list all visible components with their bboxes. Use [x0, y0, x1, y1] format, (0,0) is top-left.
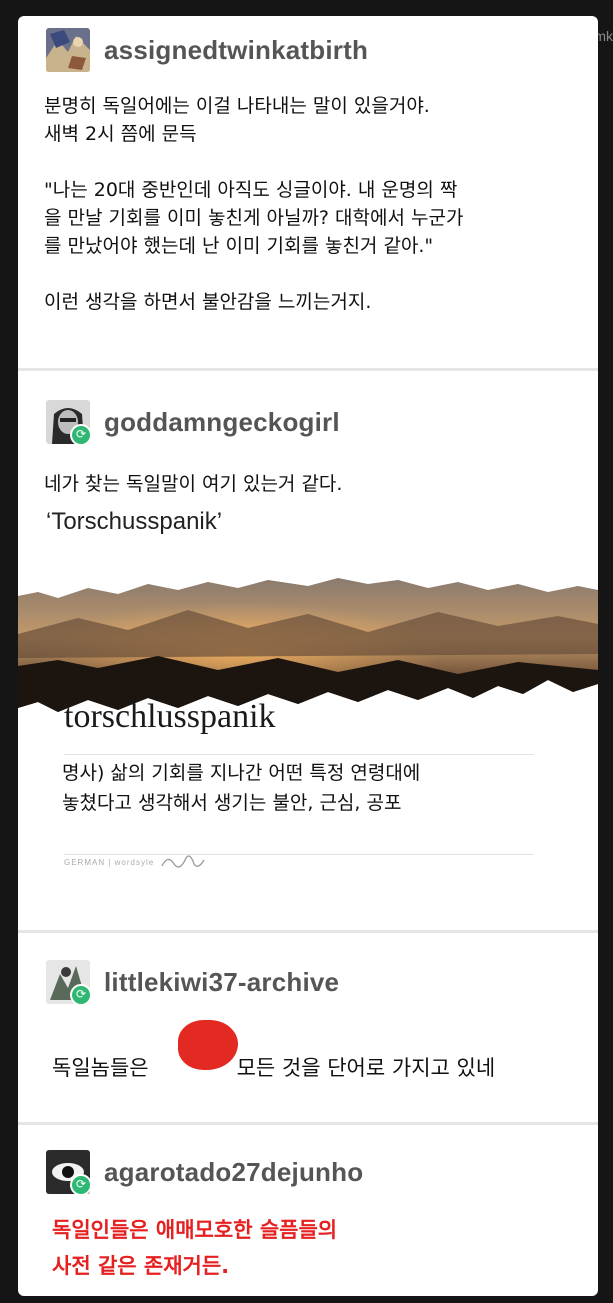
post-header-2: ⟳ goddamngeckogirl — [46, 400, 340, 444]
dictionary-word: torschlusspanik — [64, 698, 276, 735]
avatar[interactable]: ⟳ — [46, 960, 90, 1004]
post-body-text: 분명히 독일어에는 이걸 나타내는 말이 있을거야. 새벽 2시 쯤에 문득 "… — [44, 95, 464, 313]
post-header-3: ⟳ littlekiwi37-archive — [46, 960, 339, 1004]
torn-landscape-image — [18, 574, 598, 714]
post-divider — [18, 1122, 598, 1125]
post-divider — [18, 930, 598, 933]
username[interactable]: assignedtwinkatbirth — [104, 35, 368, 66]
dictionary-rule — [64, 854, 534, 855]
dictionary-definition: 명사) 삶의 기회를 지나간 어떤 특정 연령대에 놓쳤다고 생각해서 생기는 … — [62, 762, 421, 814]
dictionary-footer: GERMAN | wordsyle — [64, 858, 155, 867]
post-divider — [18, 368, 598, 371]
reblog-icon: ⟳ — [70, 424, 90, 444]
username[interactable]: littlekiwi37-archive — [104, 967, 339, 998]
signature-mark — [161, 855, 205, 868]
post-header-1: assignedtwinkatbirth — [46, 28, 368, 72]
post-header-4: ⟳ agarotado27dejunho — [46, 1150, 363, 1194]
post-body-text-red: 독일인들은 애매모호한 슬픔들의 사전 같은 존재거든. — [52, 1218, 338, 1278]
reblog-icon: ⟳ — [70, 984, 90, 1004]
username[interactable]: agarotado27dejunho — [104, 1157, 363, 1188]
avatar[interactable]: ⟳ — [46, 400, 90, 444]
text-after-redaction: 모든 것을 단어로 가지고 있네 — [236, 1056, 496, 1080]
reblog-icon: ⟳ — [70, 1174, 90, 1194]
post-body-text: 독일놈들은 모든 것을 단어로 가지고 있네 — [52, 1026, 495, 1082]
avatar[interactable] — [46, 28, 90, 72]
tumblr-post-card: assignedtwinkatbirth 분명히 독일어에는 이걸 나타내는 말… — [18, 16, 598, 1296]
text-before-redaction: 독일놈들은 — [52, 1056, 149, 1080]
username[interactable]: goddamngeckogirl — [104, 407, 340, 438]
quote-text: ‘Torschusspanik’ — [46, 508, 223, 535]
avatar[interactable]: ⟳ — [46, 1150, 90, 1194]
post-body-text: 네가 찾는 독일말이 여기 있는거 같다. — [44, 473, 343, 495]
dictionary-rule — [64, 754, 534, 755]
